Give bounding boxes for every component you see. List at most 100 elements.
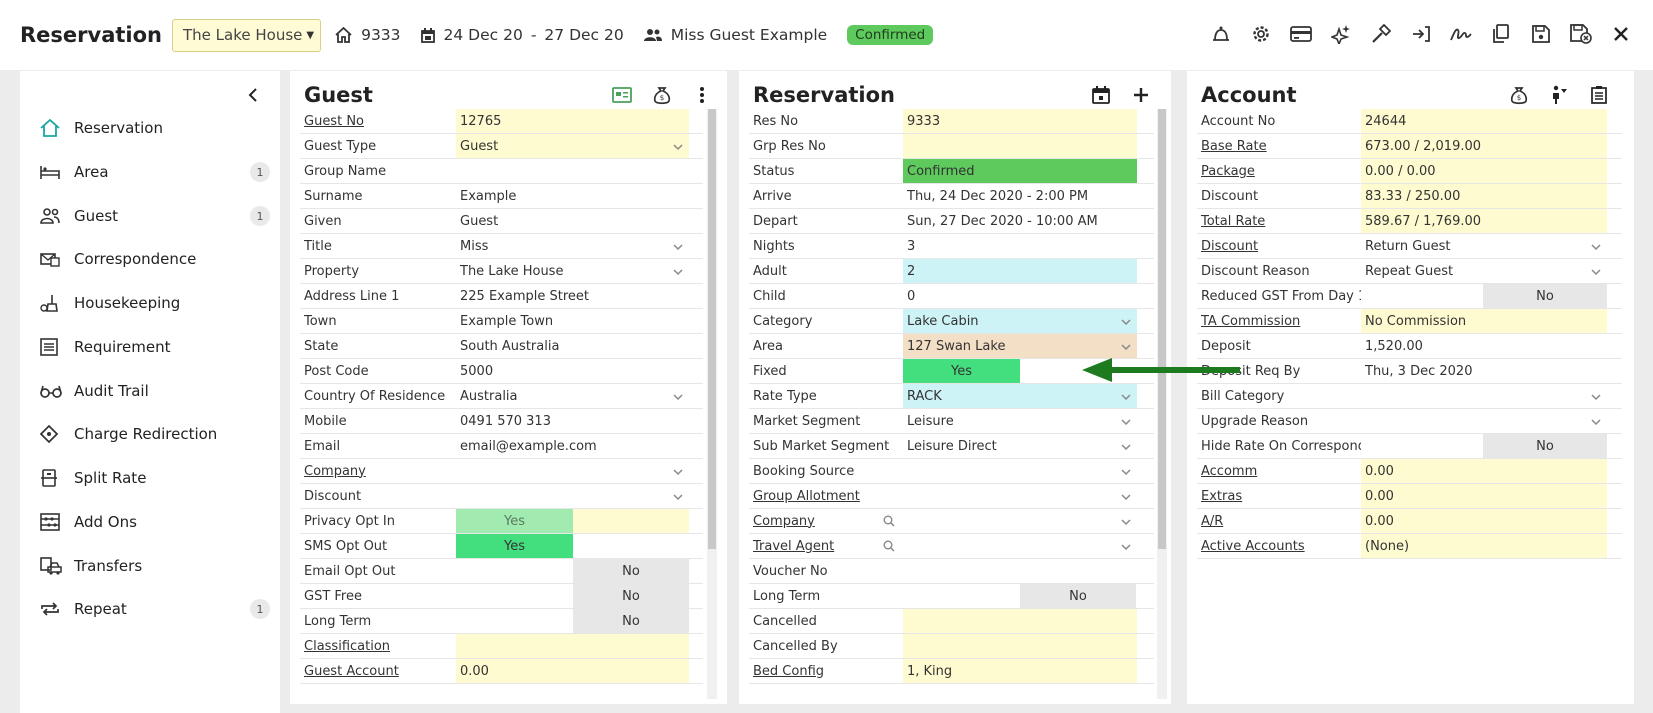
chevron-down-icon[interactable] bbox=[673, 390, 683, 405]
field-value[interactable]: No bbox=[1483, 284, 1607, 308]
sidebar-item-housekeeping[interactable]: Housekeeping bbox=[40, 288, 270, 318]
chevron-down-icon[interactable] bbox=[1121, 315, 1131, 330]
field-label[interactable]: Active Accounts bbox=[1197, 534, 1361, 558]
chevron-down-icon[interactable] bbox=[1121, 465, 1131, 480]
field-label[interactable]: Total Rate bbox=[1197, 209, 1361, 233]
sidebar-item-split-rate[interactable]: Split Rate bbox=[40, 463, 270, 493]
field-value[interactable]: No bbox=[1020, 584, 1136, 608]
field-value[interactable]: 5000 bbox=[456, 359, 689, 383]
reservation-scrollbar[interactable] bbox=[1157, 109, 1167, 699]
chevron-down-icon[interactable] bbox=[1121, 415, 1131, 430]
money-bag-icon[interactable]: $ bbox=[650, 83, 674, 107]
field-value[interactable]: 0.00 bbox=[1361, 459, 1607, 483]
field-value[interactable]: Lake Cabin bbox=[903, 309, 1137, 333]
field-label[interactable]: Travel Agent bbox=[749, 534, 903, 558]
chevron-down-icon[interactable] bbox=[1591, 240, 1601, 255]
field-value[interactable]: Guest bbox=[456, 209, 689, 233]
field-value[interactable]: Example Town bbox=[456, 309, 689, 333]
field-value[interactable] bbox=[456, 484, 689, 508]
hammer-icon[interactable] bbox=[1369, 22, 1393, 46]
field-label[interactable]: Accomm bbox=[1197, 459, 1361, 483]
field-label[interactable]: A/R bbox=[1197, 509, 1361, 533]
field-value[interactable]: Australia bbox=[456, 384, 689, 408]
field-value[interactable]: Return Guest bbox=[1361, 234, 1607, 258]
sidebar-item-transfers[interactable]: Transfers bbox=[40, 551, 270, 581]
field-value[interactable]: 9333 bbox=[903, 109, 1137, 133]
calendar-add-icon[interactable] bbox=[1089, 83, 1113, 107]
sidebar-item-audit-trail[interactable]: Audit Trail bbox=[40, 376, 270, 406]
field-value[interactable] bbox=[1361, 384, 1607, 408]
close-icon[interactable] bbox=[1609, 22, 1633, 46]
field-value[interactable]: email@example.com bbox=[456, 434, 689, 458]
field-value[interactable]: 2 bbox=[903, 259, 1137, 283]
field-value[interactable] bbox=[883, 534, 1137, 558]
field-value[interactable]: No bbox=[1483, 434, 1607, 458]
more-vertical-icon[interactable] bbox=[690, 83, 714, 107]
field-value[interactable]: Example bbox=[456, 184, 689, 208]
field-value[interactable] bbox=[903, 559, 1137, 583]
sidebar-item-area[interactable]: Area 1 bbox=[40, 157, 270, 187]
field-value[interactable]: 0.00 / 0.00 bbox=[1361, 159, 1607, 183]
search-icon[interactable] bbox=[883, 515, 895, 531]
chevron-down-icon[interactable] bbox=[673, 490, 683, 505]
field-value[interactable]: 1,520.00 bbox=[1361, 334, 1607, 358]
field-value[interactable] bbox=[883, 509, 1137, 533]
sidebar-item-reservation[interactable]: Reservation bbox=[40, 113, 270, 143]
field-label[interactable]: Classification bbox=[300, 634, 456, 658]
add-icon[interactable] bbox=[1129, 83, 1153, 107]
field-label[interactable]: Guest No bbox=[300, 109, 456, 133]
field-value[interactable]: 225 Example Street bbox=[456, 284, 689, 308]
chevron-down-icon[interactable] bbox=[1121, 540, 1131, 555]
field-value[interactable]: 0.00 bbox=[1361, 509, 1607, 533]
field-label[interactable]: Guest Account bbox=[300, 659, 456, 683]
field-value[interactable]: 0491 570 313 bbox=[456, 409, 689, 433]
sidebar-item-charge-redirection[interactable]: Charge Redirection bbox=[40, 419, 270, 449]
save-icon[interactable] bbox=[1529, 22, 1553, 46]
field-value[interactable] bbox=[456, 459, 689, 483]
field-label[interactable]: TA Commission bbox=[1197, 309, 1361, 333]
chevron-down-icon[interactable] bbox=[1121, 490, 1131, 505]
field-value[interactable]: Sun, 27 Dec 2020 - 10:00 AM bbox=[903, 209, 1137, 233]
chevron-down-icon[interactable] bbox=[1121, 515, 1131, 530]
field-label[interactable]: Company bbox=[749, 509, 903, 533]
sparkle-icon[interactable] bbox=[1329, 22, 1353, 46]
chevron-down-icon[interactable] bbox=[673, 240, 683, 255]
sidebar-item-add-ons[interactable]: Add Ons bbox=[40, 507, 270, 537]
chevron-down-icon[interactable] bbox=[1121, 440, 1131, 455]
field-value[interactable]: Confirmed bbox=[903, 159, 1137, 183]
field-value[interactable]: No bbox=[573, 609, 689, 633]
field-value[interactable]: Leisure bbox=[903, 409, 1137, 433]
property-select[interactable]: The Lake House ▼ bbox=[172, 18, 322, 52]
field-value[interactable]: 24644 bbox=[1361, 109, 1607, 133]
field-value[interactable]: No bbox=[573, 584, 689, 608]
chevron-down-icon[interactable] bbox=[673, 265, 683, 280]
sidebar-item-repeat[interactable]: Repeat 1 bbox=[40, 594, 270, 624]
field-value[interactable] bbox=[903, 459, 1137, 483]
field-label[interactable]: Base Rate bbox=[1197, 134, 1361, 158]
credit-card-icon[interactable] bbox=[1289, 22, 1313, 46]
field-value[interactable]: Guest bbox=[456, 134, 689, 158]
field-value[interactable]: Yes bbox=[456, 509, 573, 533]
field-value[interactable]: Yes bbox=[903, 359, 1020, 383]
chevron-down-icon[interactable] bbox=[1591, 390, 1601, 405]
sidebar-item-correspondence[interactable]: Correspondence bbox=[40, 244, 270, 274]
chevron-down-icon[interactable] bbox=[1591, 415, 1601, 430]
field-value[interactable]: Repeat Guest bbox=[1361, 259, 1607, 283]
field-value[interactable]: 12765 bbox=[456, 109, 689, 133]
field-value[interactable] bbox=[903, 484, 1137, 508]
field-value[interactable]: The Lake House bbox=[456, 259, 689, 283]
field-value[interactable]: Leisure Direct bbox=[903, 434, 1137, 458]
field-value[interactable]: 589.67 / 1,769.00 bbox=[1361, 209, 1607, 233]
collapse-sidebar-button[interactable] bbox=[248, 87, 258, 106]
field-value[interactable] bbox=[903, 634, 1137, 658]
field-value[interactable] bbox=[1361, 409, 1607, 433]
chevron-down-icon[interactable] bbox=[673, 465, 683, 480]
field-value[interactable]: Thu, 3 Dec 2020 bbox=[1361, 359, 1607, 383]
gear-icon[interactable] bbox=[1249, 22, 1273, 46]
sidebar-item-requirement[interactable]: Requirement bbox=[40, 332, 270, 362]
field-value[interactable]: No Commission bbox=[1361, 309, 1607, 333]
field-value[interactable] bbox=[903, 134, 1137, 158]
chevron-down-icon[interactable] bbox=[1121, 390, 1131, 405]
field-value[interactable]: 83.33 / 250.00 bbox=[1361, 184, 1607, 208]
field-value[interactable]: 0 bbox=[903, 284, 1137, 308]
